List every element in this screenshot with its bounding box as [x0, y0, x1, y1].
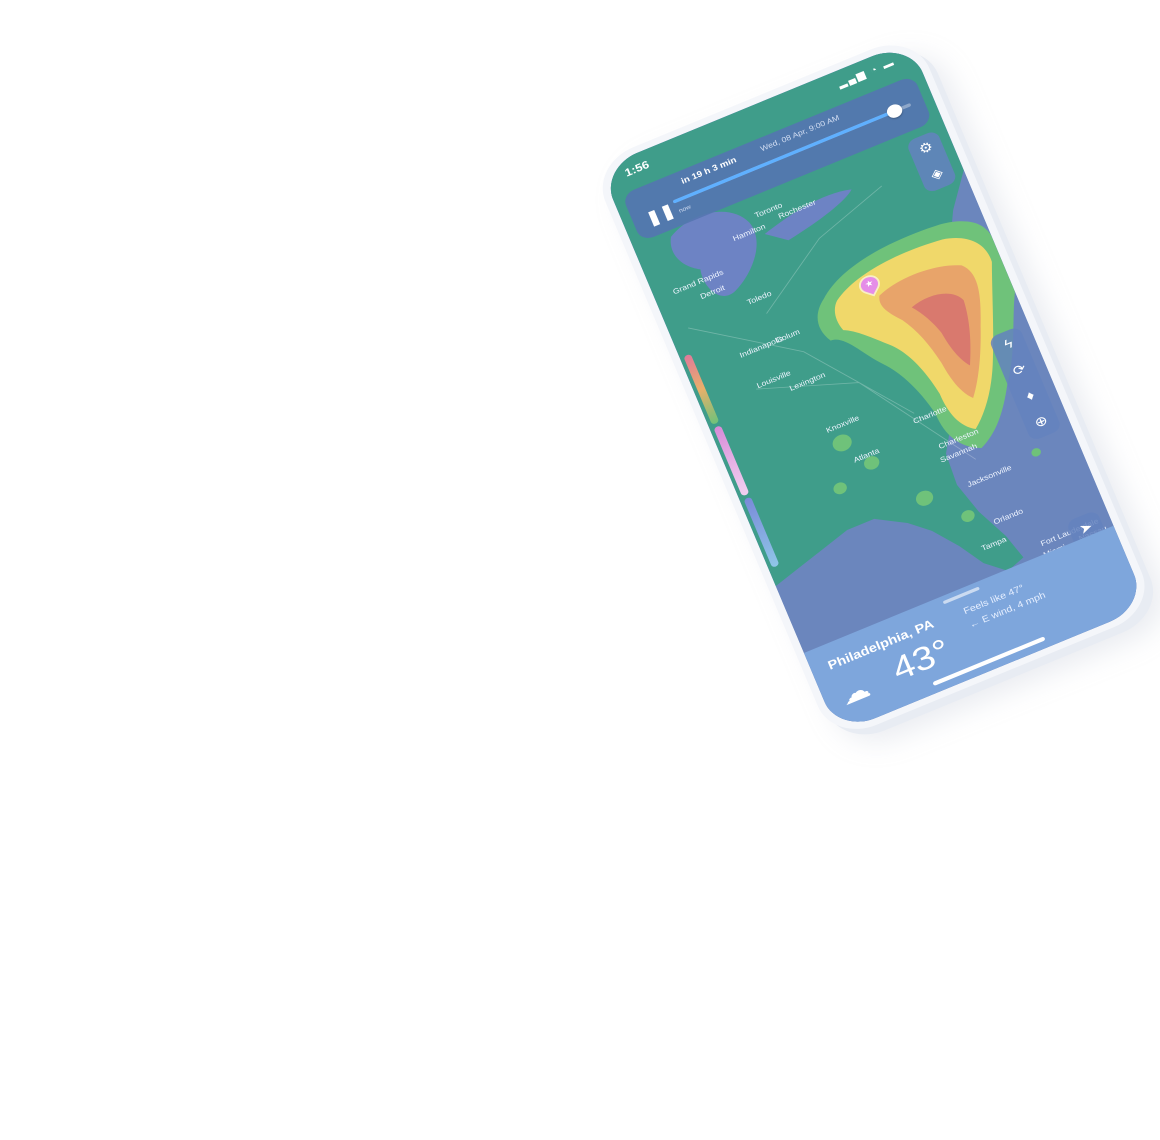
phone-frame: Toronto Hamilton Rochester Grand Rapids Detr… [590, 31, 1158, 743]
cloud-icon: ☁ [836, 674, 875, 711]
pause-icon: ❚❚ [643, 201, 678, 228]
stage: Toronto Hamilton Rochester Grand Rapids Detr… [0, 0, 1160, 1140]
phone-screen: Toronto Hamilton Rochester Grand Rapids Detr… [599, 40, 1148, 734]
timeline-now-label: now [678, 204, 692, 215]
phone-mockup: Toronto Hamilton Rochester Grand Rapids Detr… [590, 31, 1158, 743]
timeline-knob[interactable] [884, 102, 904, 121]
pause-button[interactable]: ❚❚ [643, 201, 678, 230]
